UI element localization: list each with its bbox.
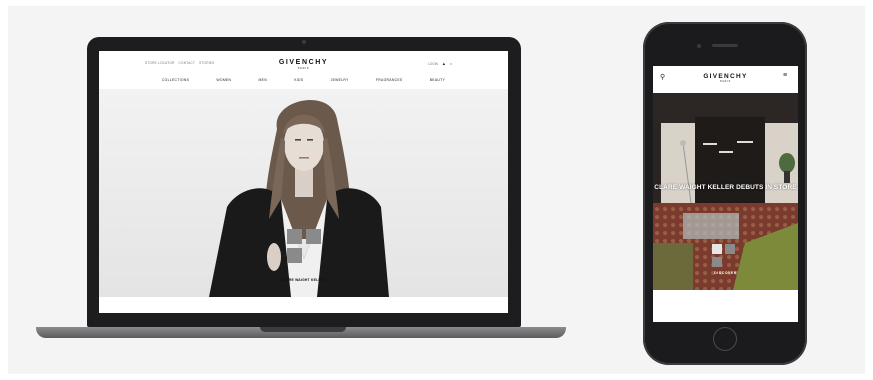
mobile-hero-headline[interactable]: CLARE WAIGHT KELLER DEBUTS IN STORE	[653, 184, 798, 191]
desktop-hero-banner[interactable]: CLARE WAIGHT KELLER	[99, 89, 508, 297]
nav-item-women[interactable]: Women	[216, 78, 231, 82]
givenchy-4g-logo-mark-mobile	[712, 244, 735, 267]
bag-icon[interactable]: ○	[450, 61, 452, 66]
mobile-logo[interactable]: GIVENCHY	[653, 73, 798, 80]
phone-home-button[interactable]	[713, 327, 737, 351]
mobile-page-bottom	[653, 290, 798, 322]
mobile-hero-banner[interactable]: CLARE WAIGHT KELLER DEBUTS IN STORE DISC…	[653, 93, 798, 290]
laptop-hinge-notch	[260, 327, 346, 332]
nav-item-fragrances[interactable]: Fragrances	[376, 78, 403, 82]
mobile-site-header: ⚲ GIVENCHY PARIS ≡	[653, 66, 798, 93]
user-icon[interactable]: ▲	[442, 61, 446, 66]
desktop-website-screen: Store Locator Contact Stories GIVENCHY P…	[99, 51, 508, 313]
discover-link[interactable]: DISCOVER	[653, 271, 798, 275]
main-navigation: Collections Women Men Kids Jewelry Fragr…	[99, 78, 508, 82]
nav-item-jewelry[interactable]: Jewelry	[331, 78, 349, 82]
givenchy-4g-logo-mark	[287, 229, 321, 263]
phone-front-camera	[697, 44, 701, 48]
nav-item-beauty[interactable]: Beauty	[430, 78, 445, 82]
menu-icon[interactable]: ≡	[783, 72, 787, 79]
desktop-logo-subtitle: PARIS	[297, 67, 310, 70]
mobile-website-screen: ⚲ GIVENCHY PARIS ≡ CLARE WAIGHT KELLER D…	[653, 66, 798, 322]
desktop-page-footer-strip	[99, 297, 508, 313]
nav-item-men[interactable]: Men	[259, 78, 267, 82]
laptop-camera	[302, 40, 306, 44]
phone-speaker	[712, 44, 738, 47]
login-link[interactable]: Login	[428, 62, 438, 66]
desktop-site-header: Store Locator Contact Stories GIVENCHY P…	[99, 51, 508, 89]
hero-caption[interactable]: CLARE WAIGHT KELLER	[99, 278, 508, 282]
nav-item-kids[interactable]: Kids	[294, 78, 303, 82]
desktop-header-actions: Login ▲ ○	[428, 61, 452, 66]
nav-item-collections[interactable]: Collections	[162, 78, 189, 82]
mobile-logo-subtitle: PARIS	[720, 80, 731, 83]
